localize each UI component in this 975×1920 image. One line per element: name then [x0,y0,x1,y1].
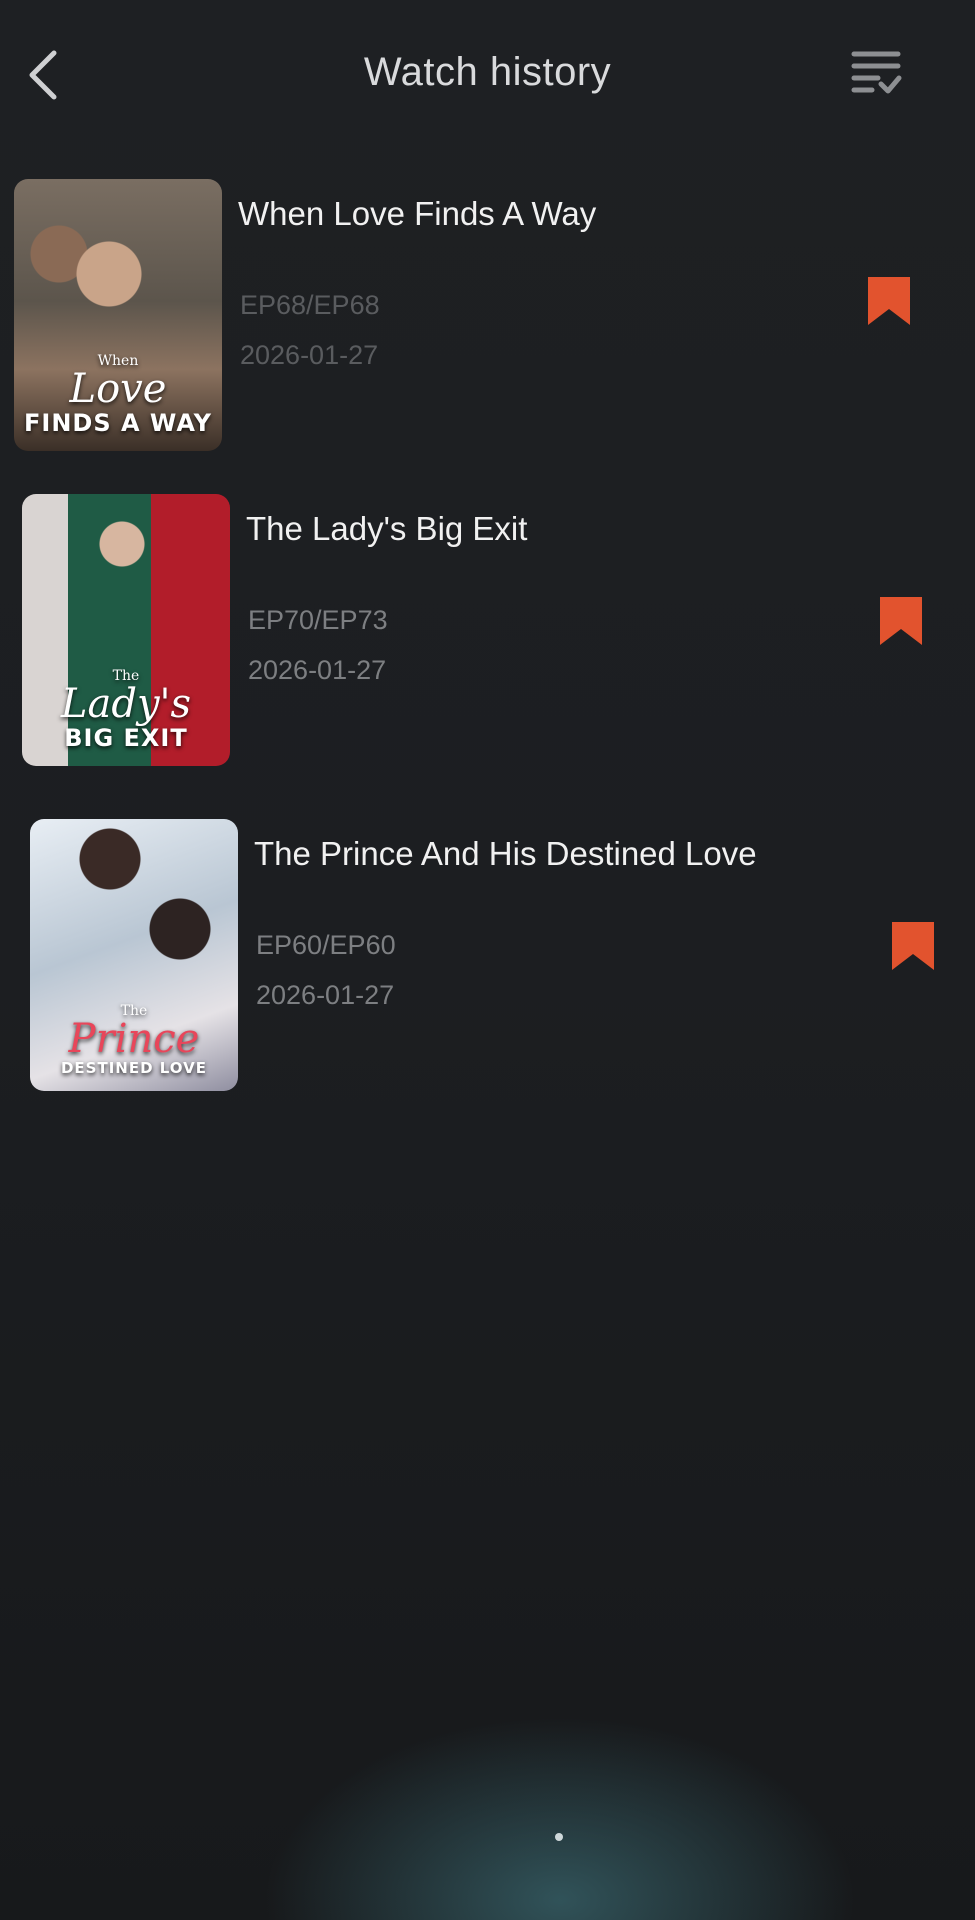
history-item[interactable]: The Prince DESTINED LOVE The Prince And … [16,815,975,1095]
episode-progress: EP68/EP68 [240,290,380,320]
poster-thumbnail[interactable]: The Prince DESTINED LOVE [30,819,238,1091]
bookmark-icon [868,277,910,325]
bookmark-icon [880,597,922,645]
header-bar: Watch history [0,0,975,150]
drama-title: When Love Finds A Way [238,195,597,232]
bookmark-button[interactable] [866,275,912,327]
bookmark-button[interactable] [890,920,936,972]
watch-date: 2026-01-27 [240,340,379,370]
watch-date: 2026-01-27 [248,655,387,685]
list-check-icon [851,51,902,94]
bookmark-button[interactable] [878,595,924,647]
watch-history-screen: Watch history When Love FINDS A WAY When… [0,0,975,1920]
screen-dot [555,1833,563,1841]
drama-title: The Prince And His Destined Love [254,835,757,872]
poster-title-art: The Prince DESTINED LOVE [60,1003,207,1077]
poster-thumbnail[interactable]: The Lady's BIG EXIT [22,494,230,766]
page-title: Watch history [363,50,612,94]
episode-progress: EP70/EP73 [248,605,388,635]
bookmark-icon [892,922,934,970]
poster-thumbnail[interactable]: When Love FINDS A WAY [14,179,222,451]
manage-list-button[interactable] [848,44,904,100]
poster-title-art: The Lady's BIG EXIT [60,668,192,752]
history-item[interactable]: The Lady's BIG EXIT The Lady's Big Exit … [8,490,975,770]
poster-title-art: When Love FINDS A WAY [24,353,212,437]
drama-title: The Lady's Big Exit [246,510,528,547]
watch-date: 2026-01-27 [256,980,395,1010]
episode-progress: EP60/EP60 [256,930,396,960]
history-item[interactable]: When Love FINDS A WAY When Love Finds A … [0,175,975,455]
